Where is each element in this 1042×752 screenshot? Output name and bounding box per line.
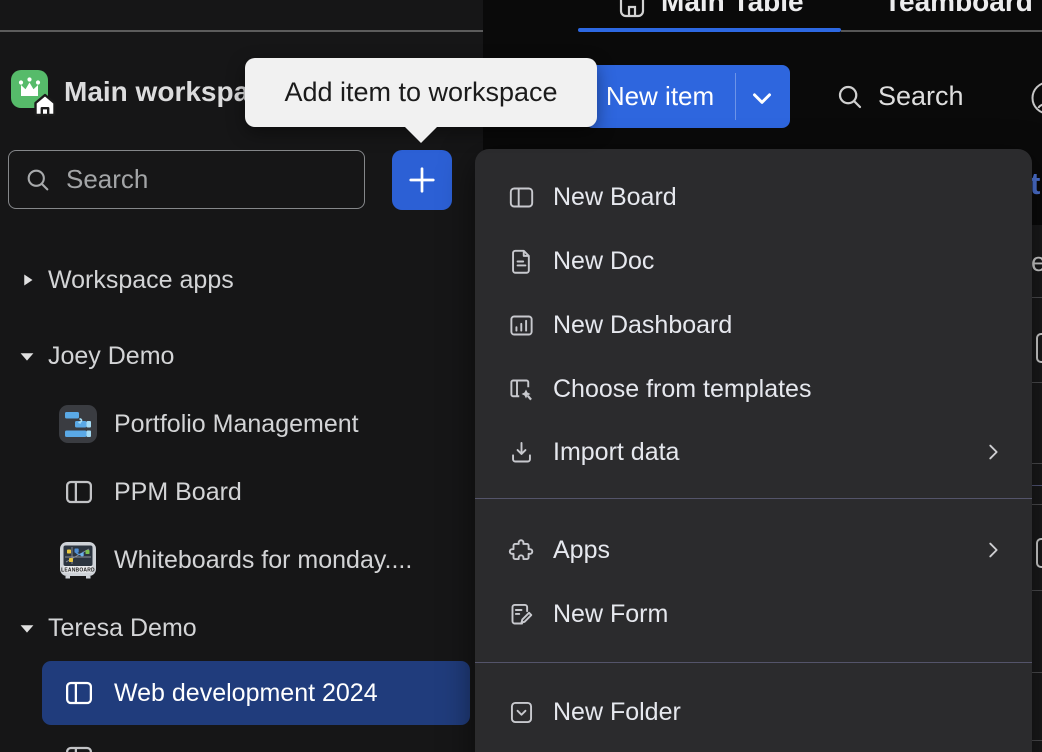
home-badge-icon (32, 92, 58, 120)
active-tab-underline (578, 28, 841, 32)
board-search-button[interactable]: Search (835, 65, 980, 128)
tab-teamboard[interactable]: Teamboard (884, 0, 1033, 18)
table-row-line (1032, 463, 1042, 464)
table-row-line (1032, 590, 1042, 591)
search-icon (835, 82, 865, 112)
table-row-line (1032, 297, 1042, 298)
sidebar-item-label: Joey Demo (48, 342, 174, 371)
sidebar-item-web-development-2024[interactable]: Web development 2024 (42, 661, 470, 725)
new-item-label: New item (585, 65, 735, 128)
add-item-menu: New Board New Doc New Dashboard (475, 149, 1032, 752)
sidebar-item-label: Portfolio Management (114, 410, 359, 439)
table-row-line (1032, 485, 1042, 486)
menu-item-label: New Folder (553, 698, 681, 727)
sidebar-item-joey-demo[interactable]: Joey Demo (0, 331, 470, 381)
apps-puzzle-icon (508, 537, 535, 564)
menu-item-label: Import data (553, 438, 679, 467)
sidebar-search-box (8, 150, 365, 209)
add-item-button[interactable] (392, 150, 452, 210)
board-icon (64, 743, 94, 752)
sidebar-item-label: Teresa Demo (48, 614, 197, 643)
menu-item-label: Choose from templates (553, 375, 811, 404)
menu-item-label: Apps (553, 536, 610, 565)
sidebar-item-label: Web development 2024 (114, 679, 378, 708)
tooltip-text: Add item to workspace (284, 77, 557, 108)
menu-item-label: New Board (553, 183, 677, 212)
menu-divider (475, 662, 1032, 663)
button-divider (735, 73, 736, 120)
form-icon (508, 601, 535, 628)
templates-icon (508, 376, 535, 403)
tab-main-table[interactable]: Main Table (661, 0, 804, 18)
chevron-right-icon (982, 441, 1004, 463)
menu-item-new-doc[interactable]: New Doc (475, 229, 1032, 293)
board-search-label: Search (878, 81, 964, 112)
add-item-tooltip: Add item to workspace (245, 58, 597, 127)
menu-item-import-data[interactable]: Import data (475, 420, 1032, 484)
caret-right-icon[interactable] (16, 269, 38, 291)
sidebar-top-divider (0, 30, 483, 32)
menu-divider (475, 498, 1032, 499)
caret-down-icon[interactable] (16, 617, 38, 639)
menu-item-choose-from-templates[interactable]: Choose from templates (475, 357, 1032, 421)
table-row-line (1032, 740, 1042, 741)
menu-item-label: New Dashboard (553, 311, 732, 340)
table-row-line (1032, 504, 1042, 505)
menu-item-label: New Doc (553, 247, 654, 276)
sidebar-item-label: Whiteboards for monday.... (114, 546, 412, 575)
sidebar-item-ppm-board[interactable]: PPM Board (0, 464, 470, 520)
sidebar-item-whiteboards[interactable]: LEANBOARD Whiteboards for monday.... (0, 532, 470, 588)
board-icon (508, 184, 535, 211)
sidebar-item-portfolio-management[interactable]: Portfolio Management (0, 396, 470, 452)
label-fragment (1036, 538, 1042, 568)
sidebar-item-label: PPM Board (114, 478, 242, 507)
search-icon (24, 166, 52, 194)
new-item-button[interactable]: New item (585, 65, 790, 128)
menu-item-new-dashboard[interactable]: New Dashboard (475, 293, 1032, 357)
sidebar-item-label: Workspace apps (48, 266, 234, 295)
app-window: Main Table Teamboard New item Search (0, 0, 1042, 752)
menu-item-label: New Form (553, 600, 668, 629)
portfolio-app-icon (59, 405, 97, 443)
chevron-down-icon[interactable] (747, 83, 777, 113)
table-row-line (1032, 382, 1042, 383)
doc-icon (508, 248, 535, 275)
sidebar-search-input[interactable] (64, 163, 304, 196)
leanboard-app-icon: LEANBOARD (59, 541, 97, 579)
menu-item-new-folder[interactable]: New Folder (475, 680, 1032, 744)
label-fragment (1036, 333, 1042, 363)
tabs-bottom-border (841, 30, 1042, 32)
menu-item-new-form[interactable]: New Form (475, 582, 1032, 646)
board-icon (64, 678, 94, 708)
text-fragment: e (1031, 247, 1042, 278)
plus-icon (404, 162, 440, 198)
sidebar-item-teresa-demo[interactable]: Teresa Demo (0, 603, 470, 653)
main-table-tab-icon (617, 0, 647, 20)
profile-icon[interactable] (1028, 79, 1042, 119)
import-icon (508, 439, 535, 466)
folder-icon (508, 699, 535, 726)
table-row-line (1032, 672, 1042, 673)
svg-text:LEANBOARD: LEANBOARD (61, 567, 95, 573)
caret-down-icon[interactable] (16, 345, 38, 367)
chevron-right-icon (982, 539, 1004, 561)
tooltip-caret (404, 126, 438, 143)
dashboard-icon (508, 312, 535, 339)
menu-item-apps[interactable]: Apps (475, 518, 1032, 582)
sidebar-item-workspace-apps[interactable]: Workspace apps (0, 255, 470, 305)
menu-item-new-board[interactable]: New Board (475, 165, 1032, 229)
board-icon (64, 477, 94, 507)
